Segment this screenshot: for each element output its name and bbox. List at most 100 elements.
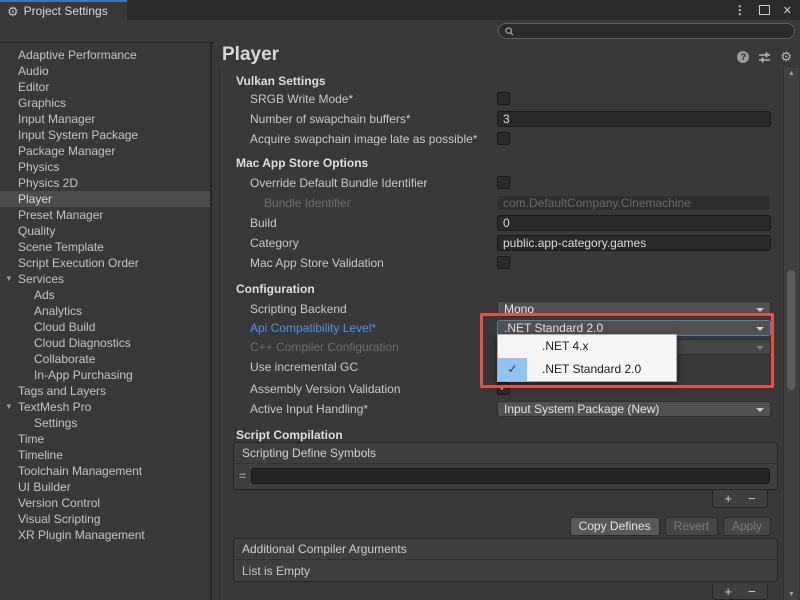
- sidebar-item-tags-and-layers[interactable]: Tags and Layers: [0, 383, 210, 399]
- field-row-acquire: Acquire swapchain image late as possible…: [214, 130, 783, 148]
- srgb-write-mode-checkbox[interactable]: [497, 92, 510, 105]
- sidebar-item-label: TextMesh Pro: [18, 400, 91, 414]
- field-row-override-bundle: Override Default Bundle Identifier: [214, 174, 783, 192]
- sidebar-item-textmesh-pro[interactable]: ▼ TextMesh Pro: [0, 399, 210, 415]
- sidebar-item-player[interactable]: Player: [0, 191, 210, 207]
- assembly-validation-checkbox[interactable]: ✓: [497, 382, 510, 395]
- field-row-active-input: Active Input Handling* Input System Pack…: [214, 400, 783, 418]
- scripting-backend-dropdown[interactable]: Mono: [497, 301, 771, 317]
- search-input[interactable]: [518, 25, 778, 37]
- sidebar-item-toolchain-management[interactable]: Toolchain Management: [0, 463, 210, 479]
- override-bundle-checkbox[interactable]: [497, 176, 510, 189]
- sidebar-item-quality[interactable]: Quality: [0, 223, 210, 239]
- sidebar-item-editor[interactable]: Editor: [0, 79, 210, 95]
- sidebar-item-script-execution-order[interactable]: Script Execution Order: [0, 255, 210, 271]
- check-icon: ✓: [498, 358, 527, 381]
- scrollbar-thumb[interactable]: [787, 270, 795, 390]
- field-label: Api Compatibility Level*: [250, 321, 376, 335]
- sidebar-item-label: Cloud Diagnostics: [34, 336, 131, 350]
- scroll-down-icon[interactable]: ▼: [784, 591, 799, 598]
- add-button[interactable]: +: [724, 585, 732, 598]
- sidebar-item-label: Visual Scripting: [18, 512, 101, 526]
- sidebar-item-audio[interactable]: Audio: [0, 63, 210, 79]
- dropdown-value: Input System Package (New): [504, 402, 659, 416]
- window-menu-icon[interactable]: ⋮: [734, 3, 746, 17]
- sidebar-item-label: Adaptive Performance: [18, 48, 137, 62]
- foldout-triangle-icon[interactable]: ▼: [5, 271, 13, 287]
- sidebar-item-cloud-diagnostics[interactable]: Cloud Diagnostics: [0, 335, 210, 351]
- close-icon[interactable]: ✕: [783, 4, 792, 17]
- maximize-icon[interactable]: [759, 5, 770, 15]
- define-symbol-input[interactable]: [251, 468, 770, 484]
- gear-icon[interactable]: ⚙: [780, 50, 792, 63]
- field-row-swapchain: Number of swapchain buffers*: [214, 110, 783, 128]
- sidebar-item-time[interactable]: Time: [0, 431, 210, 447]
- sidebar-item-xr-plugin-management[interactable]: XR Plugin Management: [0, 527, 210, 543]
- field-label: Override Default Bundle Identifier: [250, 176, 427, 190]
- sidebar-item-label: XR Plugin Management: [18, 528, 145, 542]
- sidebar-item-label: Package Manager: [18, 144, 115, 158]
- copy-defines-button[interactable]: Copy Defines: [570, 517, 660, 536]
- category-input[interactable]: [497, 235, 771, 251]
- sidebar-item-scene-template[interactable]: Scene Template: [0, 239, 210, 255]
- sidebar-item-label: Time: [18, 432, 44, 446]
- sidebar-item-label: Player: [18, 192, 52, 206]
- sidebar-item-label: Version Control: [18, 496, 100, 510]
- sidebar-item-ui-builder[interactable]: UI Builder: [0, 479, 210, 495]
- sidebar-item-label: Toolchain Management: [18, 464, 142, 478]
- sidebar-item-cloud-build[interactable]: Cloud Build: [0, 319, 210, 335]
- sidebar-item-graphics[interactable]: Graphics: [0, 95, 210, 111]
- foldout-triangle-icon[interactable]: ▼: [5, 399, 13, 415]
- sidebar-item-textmesh-settings[interactable]: Settings: [0, 415, 210, 431]
- presets-icon[interactable]: [758, 51, 771, 63]
- drag-handle-icon[interactable]: =: [239, 469, 246, 483]
- section-header: Configuration: [236, 282, 315, 296]
- revert-button: Revert: [665, 517, 718, 536]
- sidebar-item-physics-2d[interactable]: Physics 2D: [0, 175, 210, 191]
- acquire-swapchain-checkbox[interactable]: [497, 132, 510, 145]
- sidebar-item-input-system-package[interactable]: Input System Package: [0, 127, 210, 143]
- sidebar-item-analytics[interactable]: Analytics: [0, 303, 210, 319]
- sidebar-item-version-control[interactable]: Version Control: [0, 495, 210, 511]
- field-row-mac-validation: Mac App Store Validation: [214, 254, 783, 272]
- sidebar-item-in-app-purchasing[interactable]: In-App Purchasing: [0, 367, 210, 383]
- active-input-handling-dropdown[interactable]: Input System Package (New): [497, 401, 771, 417]
- popup-option-netstandard20[interactable]: ✓ .NET Standard 2.0: [498, 358, 676, 381]
- sidebar-item-physics[interactable]: Physics: [0, 159, 210, 175]
- sidebar-item-package-manager[interactable]: Package Manager: [0, 143, 210, 159]
- settings-gear-icon: ⚙: [7, 5, 19, 18]
- help-icon[interactable]: ?: [737, 51, 749, 63]
- field-label: Scripting Backend: [250, 302, 347, 316]
- sidebar-item-input-manager[interactable]: Input Manager: [0, 111, 210, 127]
- sidebar-item-label: Script Execution Order: [18, 256, 139, 270]
- sidebar-item-services[interactable]: ▼Services: [0, 271, 210, 287]
- sidebar-item-collaborate[interactable]: Collaborate: [0, 351, 210, 367]
- sidebar-item-timeline[interactable]: Timeline: [0, 447, 210, 463]
- section-header: Script Compilation: [236, 428, 343, 442]
- sidebar-item-preset-manager[interactable]: Preset Manager: [0, 207, 210, 223]
- box-header: Scripting Define Symbols: [234, 443, 777, 463]
- section-header: Vulkan Settings: [236, 74, 326, 88]
- sidebar-item-ads[interactable]: Ads: [0, 287, 210, 303]
- sidebar-item-label: Scene Template: [18, 240, 104, 254]
- scroll-up-icon[interactable]: ▲: [784, 70, 799, 77]
- project-settings-window: ⚙ Project Settings ⋮ ✕ Adaptive Performa…: [0, 0, 800, 600]
- popup-option-net4x[interactable]: .NET 4.x: [498, 335, 676, 358]
- toolbar: [0, 20, 800, 43]
- swapchain-buffers-input[interactable]: [497, 111, 771, 127]
- sidebar-item-label: In-App Purchasing: [34, 368, 133, 382]
- field-row-srgb: SRGB Write Mode*: [214, 90, 783, 108]
- field-row-category: Category: [214, 234, 783, 252]
- add-button[interactable]: +: [724, 492, 732, 505]
- remove-button[interactable]: −: [748, 492, 756, 505]
- sidebar-item-adaptive-performance[interactable]: Adaptive Performance: [0, 47, 210, 63]
- tab-project-settings[interactable]: ⚙ Project Settings: [0, 0, 127, 20]
- player-settings-panel: Player ? ⚙ Vulkan Settings SRGB Write Mo…: [214, 42, 800, 600]
- search-box[interactable]: [498, 23, 795, 39]
- remove-button[interactable]: −: [748, 585, 756, 598]
- mac-validation-checkbox[interactable]: [497, 256, 510, 269]
- panel-header-icons: ? ⚙: [737, 50, 792, 63]
- build-input[interactable]: [497, 215, 771, 231]
- sidebar-item-visual-scripting[interactable]: Visual Scripting: [0, 511, 210, 527]
- field-label: Build: [250, 216, 277, 230]
